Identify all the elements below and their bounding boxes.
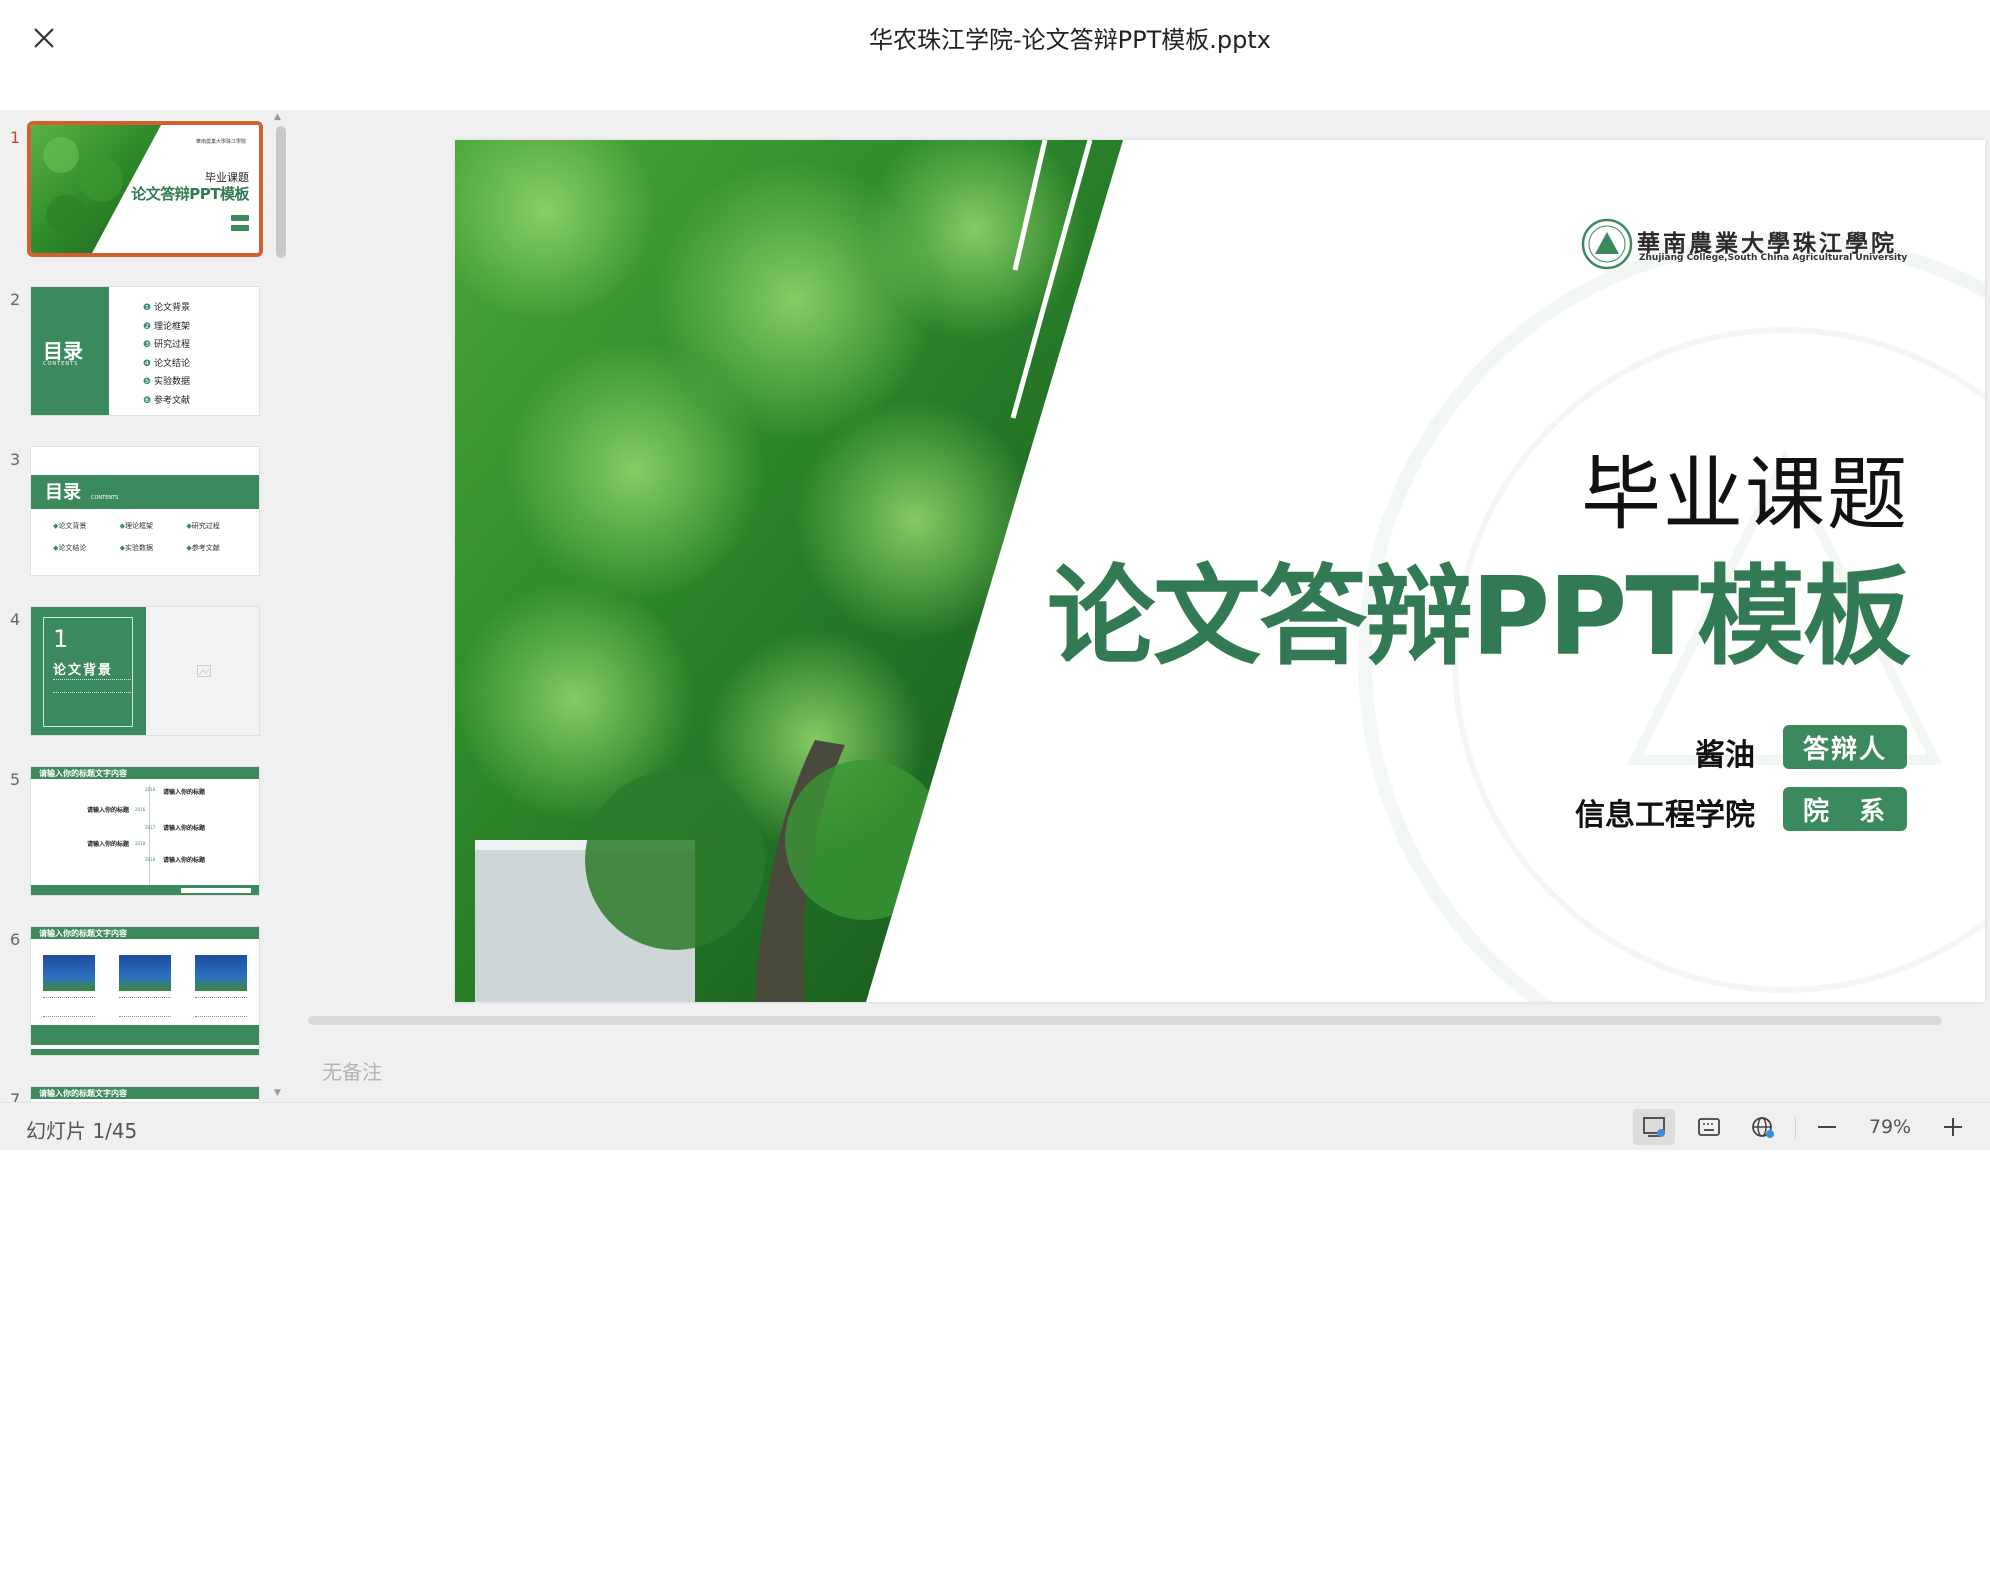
thumbnail-slide-3[interactable]: 目录 CONTENTS ◆论文背景 ◆理论框架 ◆研究过程 ◆论文结论 ◆实验数… — [30, 446, 260, 576]
minus-icon — [1818, 1126, 1836, 1128]
slide-subtitle: 毕业课题 — [1581, 448, 1909, 541]
title-bar: 华农珠江学院-论文答辩PPT模板.pptx — [0, 0, 1990, 110]
thumbnail-slide-5[interactable]: 请输入你的标题文字内容 请输入你的标题 请输入你的标题 请输入你的标题 请输入你… — [30, 766, 260, 896]
normal-view-button[interactable] — [1633, 1109, 1675, 1145]
thumb-2-item: ❸ 研究过程 — [143, 340, 190, 350]
thumb-2-item: ❷ 理论框架 — [143, 321, 190, 332]
thumb-3-sub: CONTENTS — [91, 495, 119, 501]
globe-icon — [1752, 1117, 1774, 1138]
thumb-5-year: 2016 — [145, 787, 156, 792]
thumb-5-year: 2018 — [145, 857, 156, 862]
thumbnail-panel: 1 華南農業大學珠江學院 毕业课题 论文答辩PPT模板 2 目录 CONTENT… — [0, 110, 288, 1102]
thumb-6-text-lines — [119, 997, 171, 1017]
plus-icon — [1944, 1118, 1962, 1136]
thumb-1-badge — [231, 225, 249, 231]
thumb-6-photo — [119, 955, 171, 991]
thumb-4-number: 1 — [53, 625, 69, 653]
defender-badge: 答辩人 — [1783, 725, 1907, 769]
status-bar: 幻灯片 1/45 79% — [0, 1102, 1990, 1150]
thumb-5-year: 2016 — [135, 807, 146, 812]
thumb-3-grid: ◆论文背景 ◆理论框架 ◆研究过程 ◆论文结论 ◆实验数据 ◆参考文献 — [53, 521, 253, 553]
thumb-2-item: ❹ 论文结论 — [143, 358, 190, 369]
thumbnail-number: 2 — [10, 290, 21, 309]
thumb-5-item-title: 请输入你的标题 — [163, 825, 206, 832]
thumbnail-scrollbar-thumb[interactable] — [276, 126, 286, 258]
zoom-level[interactable]: 79% — [1862, 1116, 1918, 1138]
thumb-6-photo — [43, 955, 95, 991]
thumb-3-item: ◆论文结论 — [53, 544, 87, 552]
thumb-4-text-lines — [53, 679, 133, 693]
thumb-2-item: ❺ 实验数据 — [143, 377, 190, 387]
thumb-3-item: ◆实验数据 — [119, 544, 154, 552]
thumb-3-item: ◆理论框架 — [119, 522, 154, 530]
thumb-4-title: 论文背景 — [53, 663, 114, 678]
thumbnail-number: 3 — [10, 450, 21, 469]
university-emblem — [1581, 218, 1633, 270]
thumb-3-label: 目录 — [45, 482, 81, 503]
defender-name: 酱油 — [1695, 738, 1755, 773]
thumb-6-caption-band — [31, 1025, 259, 1045]
thumb-7-header-text: 请输入你的标题文字内容 — [39, 1089, 127, 1098]
scroll-up-arrow[interactable]: ▲ — [274, 112, 281, 122]
thumbnail-number: 7 — [10, 1090, 21, 1102]
thumb-2-item: ❻ 参考文献 — [143, 395, 190, 406]
notes-view-icon — [1643, 1117, 1665, 1137]
thumbnail-number: 5 — [10, 770, 21, 789]
thumb-5-footer-bar — [181, 888, 251, 893]
speaker-notes[interactable]: 无备注 — [322, 1056, 382, 1085]
thumbnail-scrollbar[interactable] — [274, 114, 284, 1098]
thumb-2-list: ❶ 论文背景 ❷ 理论框架 ❸ 研究过程 ❹ 论文结论 ❺ 实验数据 ❻ 参考文… — [143, 299, 190, 410]
thumb-5-timeline — [149, 785, 150, 885]
thumbnail-slide-2[interactable]: 目录 CONTENTS ❶ 论文背景 ❷ 理论框架 ❸ 研究过程 ❹ 论文结论 … — [30, 286, 260, 416]
thumb-1-title: 论文答辩PPT模板 — [131, 185, 249, 203]
department-badge: 院 系 — [1783, 787, 1907, 831]
slide-counter: 幻灯片 1/45 — [26, 1119, 138, 1143]
thumb-2-label: 目录 — [43, 339, 83, 363]
slide-sorter-button[interactable] — [1688, 1109, 1730, 1145]
thumb-3-item: ◆论文背景 — [53, 522, 87, 530]
thumb-2-sub: CONTENTS — [43, 361, 79, 367]
thumbnail-slide-6[interactable]: 请输入你的标题文字内容 — [30, 926, 260, 1056]
slide-title: 论文答辩PPT模板 — [1047, 555, 1911, 680]
thumb-5-item-title: 请输入你的标题 — [87, 807, 130, 814]
keyboard-icon — [1698, 1118, 1720, 1136]
svg-text:華南農業大學珠江學院: 華南農業大學珠江學院 — [196, 138, 246, 145]
department-name: 信息工程学院 — [1575, 798, 1755, 833]
image-icon — [197, 665, 211, 677]
status-divider — [1795, 1117, 1796, 1139]
thumb-6-text-lines — [43, 997, 95, 1017]
thumbnail-number: 6 — [10, 930, 21, 949]
thumbnail-slide-7[interactable]: 请输入你的标题文字内容 — [30, 1086, 260, 1102]
web-view-button[interactable] — [1742, 1109, 1784, 1145]
scroll-down-arrow[interactable]: ▼ — [274, 1088, 281, 1098]
thumb-5-item-title: 请输入你的标题 — [87, 841, 130, 848]
university-name-en: Zhujiang College,South China Agricultura… — [1639, 253, 1908, 263]
zoom-out-button[interactable] — [1806, 1109, 1848, 1145]
thumb-6-text-lines — [195, 997, 247, 1017]
thumb-6-header-text: 请输入你的标题文字内容 — [39, 929, 127, 938]
thumbnail-slide-1[interactable]: 華南農業大學珠江學院 毕业课题 论文答辩PPT模板 — [27, 121, 263, 257]
thumb-5-item-title: 请输入你的标题 — [163, 857, 206, 864]
thumb-5-item-title: 请输入你的标题 — [163, 789, 206, 796]
slide-canvas[interactable]: 華南農業大學珠江學院 Zhujiang College,South China … — [455, 140, 1985, 1002]
thumbnail-number: 1 — [10, 128, 21, 147]
thumb-5-header-text: 请输入你的标题文字内容 — [39, 769, 127, 778]
document-title: 华农珠江学院-论文答辩PPT模板.pptx — [869, 26, 1271, 54]
ppt-viewer: 华农珠江学院-论文答辩PPT模板.pptx 1 華南農業大學珠江學院 毕业课题 … — [0, 0, 1990, 1150]
thumb-3-item: ◆参考文献 — [186, 544, 220, 552]
thumbnail-number: 4 — [10, 610, 21, 629]
thumb-6-photo — [195, 955, 247, 991]
thumb-1-badge — [231, 215, 249, 221]
thumb-3-item: ◆研究过程 — [186, 522, 220, 530]
thumb-5-year: 2018 — [135, 841, 146, 846]
thumbnail-slide-4[interactable]: 1 论文背景 — [30, 606, 260, 736]
slide-horizontal-scrollbar[interactable] — [308, 1016, 1942, 1025]
zoom-in-button[interactable] — [1932, 1109, 1974, 1145]
thumb-5-year: 2017 — [145, 825, 156, 830]
thumb-6-footer — [31, 1049, 259, 1055]
thumb-2-item: ❶ 论文背景 — [143, 303, 190, 313]
